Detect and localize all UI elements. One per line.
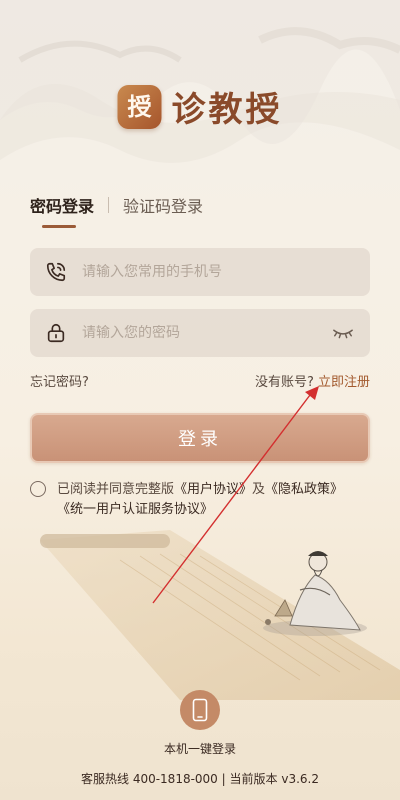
privacy-policy-link[interactable]: 《隐私政策》 — [265, 482, 343, 497]
eye-closed-icon[interactable] — [330, 323, 356, 343]
phone-field[interactable] — [30, 248, 370, 296]
footer: 客服热线 400-1818-000 | 当前版本 v3.6.2 — [0, 770, 400, 787]
active-tab-indicator — [42, 225, 76, 228]
login-button[interactable]: 登录 — [30, 413, 370, 463]
agreement-radio[interactable] — [30, 481, 46, 497]
hotline-label: 客服热线 — [80, 772, 129, 786]
hotline-number: 400-1818-000 — [132, 772, 218, 786]
forgot-password-link[interactable]: 忘记密码? — [30, 371, 89, 390]
agreement-and: 及 — [252, 482, 266, 497]
no-account-text: 没有账号? — [254, 375, 314, 390]
one-key-login[interactable]: 本机一键登录 — [164, 690, 236, 757]
app-logo: 授 诊教授 — [117, 82, 283, 131]
one-key-login-label: 本机一键登录 — [163, 742, 237, 756]
scholar-scroll-illustration — [40, 530, 400, 700]
agreement-prefix: 已阅读并同意完整版 — [57, 482, 175, 497]
smartphone-icon[interactable] — [179, 690, 220, 730]
user-agreement-link[interactable]: 《用户协议》 — [174, 482, 252, 497]
password-input[interactable] — [82, 325, 330, 341]
tab-password-login[interactable]: 密码登录 — [30, 193, 94, 217]
logo-icon: 授 — [117, 84, 162, 129]
tab-divider — [108, 197, 110, 213]
register-link[interactable]: 立即注册 — [318, 375, 370, 390]
tab-code-login[interactable]: 验证码登录 — [123, 193, 203, 217]
register-prompt: 没有账号? 立即注册 — [255, 371, 370, 390]
agreement-section: 已阅读并同意完整版《用户协议》及《隐私政策》 《统一用户认证服务协议》 — [30, 480, 375, 520]
version-number: v3.6.2 — [281, 772, 320, 786]
password-field[interactable] — [30, 309, 370, 357]
unified-agreement-link[interactable]: 《统一用户认证服务协议》 — [57, 502, 213, 517]
phone-input[interactable] — [82, 264, 356, 280]
phone-icon — [44, 260, 68, 284]
footer-separator: | — [221, 772, 226, 786]
app-name: 诊教授 — [171, 90, 283, 130]
lock-icon — [44, 321, 68, 345]
version-label: 当前版本 — [229, 772, 278, 786]
login-tabs: 密码登录 验证码登录 — [30, 193, 203, 217]
